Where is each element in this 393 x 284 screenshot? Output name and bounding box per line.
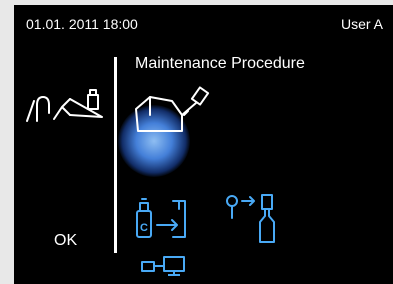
ok-softkey[interactable]: OK [54,232,77,250]
status-datetime: 01.01. 2011 18:00 [26,16,138,32]
vertical-divider [114,57,117,253]
maintenance-oil-spray-icon[interactable] [132,85,212,145]
oil-cartridge-insert-icon[interactable]: C [135,195,195,241]
display-screen: 01.01. 2011 18:00 User A OK Maintenance … [14,5,393,284]
instrument-handpiece-oil-icon[interactable] [24,85,106,125]
page-title: Maintenance Procedure [135,55,305,72]
status-user: User A [340,16,383,32]
screen-display-icon[interactable] [140,255,188,277]
spray-to-bottle-icon[interactable] [224,192,284,244]
svg-text:C: C [140,222,148,234]
